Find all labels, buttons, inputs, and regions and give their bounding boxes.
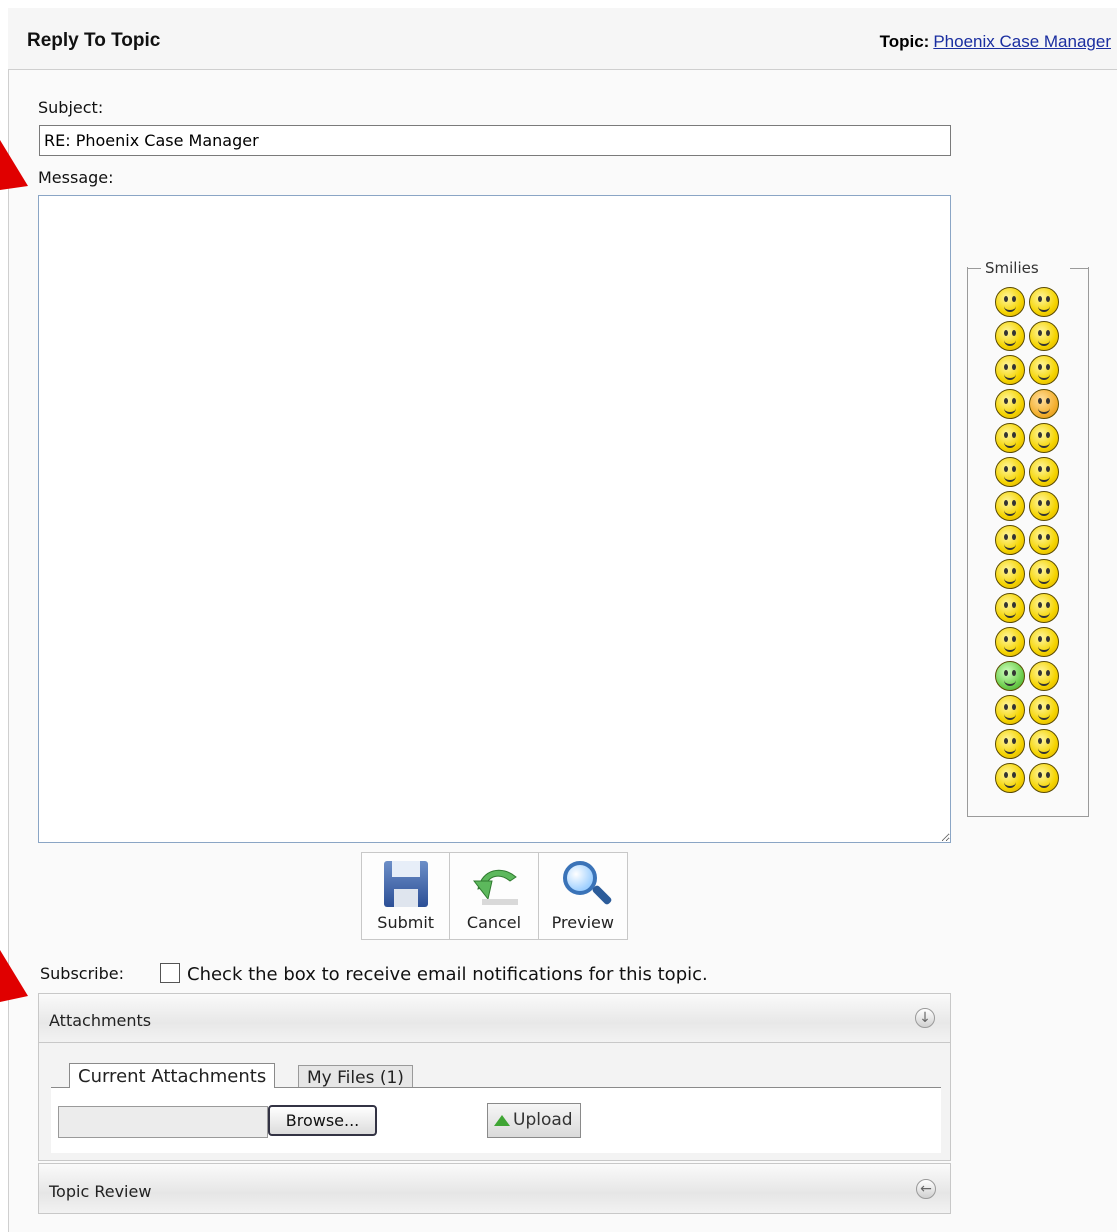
- preview-label: Preview: [551, 913, 614, 932]
- smiley-icon[interactable]: [1029, 593, 1059, 623]
- file-path-input[interactable]: [58, 1106, 268, 1138]
- smiley-icon[interactable]: [995, 695, 1025, 725]
- save-disk-icon: [378, 857, 434, 911]
- topic-link[interactable]: Phoenix Case Manager: [933, 32, 1111, 51]
- topic-label: Topic:: [879, 32, 930, 51]
- smiley-icon[interactable]: [995, 729, 1025, 759]
- smiley-icon[interactable]: [995, 661, 1025, 691]
- smiley-icon[interactable]: [1029, 321, 1059, 351]
- smiley-icon[interactable]: [995, 423, 1025, 453]
- topic-info: Topic: Phoenix Case Manager: [880, 32, 1111, 52]
- smiley-icon[interactable]: [995, 525, 1025, 555]
- upload-button[interactable]: Upload: [487, 1103, 581, 1138]
- smiley-icon[interactable]: [995, 559, 1025, 589]
- topic-review-title: Topic Review: [49, 1182, 152, 1201]
- upload-label: Upload: [513, 1110, 573, 1130]
- smiley-grid: [993, 285, 1063, 795]
- smiley-icon[interactable]: [1029, 627, 1059, 657]
- attachments-panel: Attachments ↓ Current Attachments My Fil…: [38, 993, 951, 1161]
- smiley-icon[interactable]: [1029, 661, 1059, 691]
- smiley-icon[interactable]: [1029, 287, 1059, 317]
- smiley-icon[interactable]: [1029, 491, 1059, 521]
- smiley-icon[interactable]: [1029, 695, 1059, 725]
- annotation-arrow-subscribe: [0, 950, 28, 1002]
- subscribe-label: Subscribe:: [40, 964, 124, 983]
- undo-arrow-icon: [466, 857, 522, 911]
- upload-arrow-icon: [494, 1114, 510, 1126]
- preview-button[interactable]: Preview: [539, 853, 627, 939]
- topic-review-bar[interactable]: Topic Review ←: [38, 1163, 951, 1214]
- submit-label: Submit: [377, 913, 435, 932]
- message-textarea[interactable]: [38, 195, 951, 843]
- subscribe-checkbox[interactable]: [160, 963, 180, 983]
- smiley-icon[interactable]: [1029, 423, 1059, 453]
- smiley-icon[interactable]: [1029, 763, 1059, 793]
- smilies-legend: Smilies: [983, 259, 1041, 277]
- message-label: Message:: [38, 168, 114, 187]
- smilies-border-right: [1070, 268, 1089, 269]
- submit-button[interactable]: Submit: [362, 853, 451, 939]
- smiley-icon[interactable]: [995, 593, 1025, 623]
- smiley-icon[interactable]: [1029, 355, 1059, 385]
- smiley-icon[interactable]: [995, 457, 1025, 487]
- post-toolbar: Submit Cancel Preview: [361, 852, 628, 940]
- tab-my-files[interactable]: My Files (1): [298, 1065, 413, 1088]
- page-title: Reply To Topic: [27, 30, 161, 51]
- attachments-title: Attachments: [49, 1011, 152, 1030]
- smiley-icon[interactable]: [1029, 389, 1059, 419]
- browse-button[interactable]: Browse...: [268, 1105, 377, 1136]
- annotation-arrow-message: [0, 140, 28, 190]
- smiley-icon[interactable]: [995, 355, 1025, 385]
- cancel-button[interactable]: Cancel: [450, 853, 539, 939]
- smiley-icon[interactable]: [995, 287, 1025, 317]
- subject-label: Subject:: [38, 98, 104, 117]
- smiley-icon[interactable]: [1029, 729, 1059, 759]
- smilies-border-left: [967, 268, 981, 269]
- subject-input[interactable]: [39, 125, 951, 156]
- smiley-icon[interactable]: [1029, 457, 1059, 487]
- smiley-icon[interactable]: [995, 389, 1025, 419]
- subscribe-text: Check the box to receive email notificat…: [187, 964, 708, 985]
- expand-left-icon[interactable]: ←: [916, 1179, 936, 1199]
- smiley-icon[interactable]: [995, 627, 1025, 657]
- smiley-icon[interactable]: [995, 491, 1025, 521]
- smiley-icon[interactable]: [1029, 525, 1059, 555]
- collapse-down-icon[interactable]: ↓: [915, 1008, 935, 1028]
- tab-current-attachments[interactable]: Current Attachments: [69, 1063, 276, 1088]
- smiley-icon[interactable]: [995, 763, 1025, 793]
- reply-header: Reply To Topic Topic: Phoenix Case Manage…: [8, 8, 1117, 70]
- magnifier-icon: [555, 857, 613, 911]
- smiley-icon[interactable]: [1029, 559, 1059, 589]
- attachments-header[interactable]: Attachments ↓: [39, 994, 950, 1043]
- cancel-label: Cancel: [466, 913, 522, 932]
- smiley-icon[interactable]: [995, 321, 1025, 351]
